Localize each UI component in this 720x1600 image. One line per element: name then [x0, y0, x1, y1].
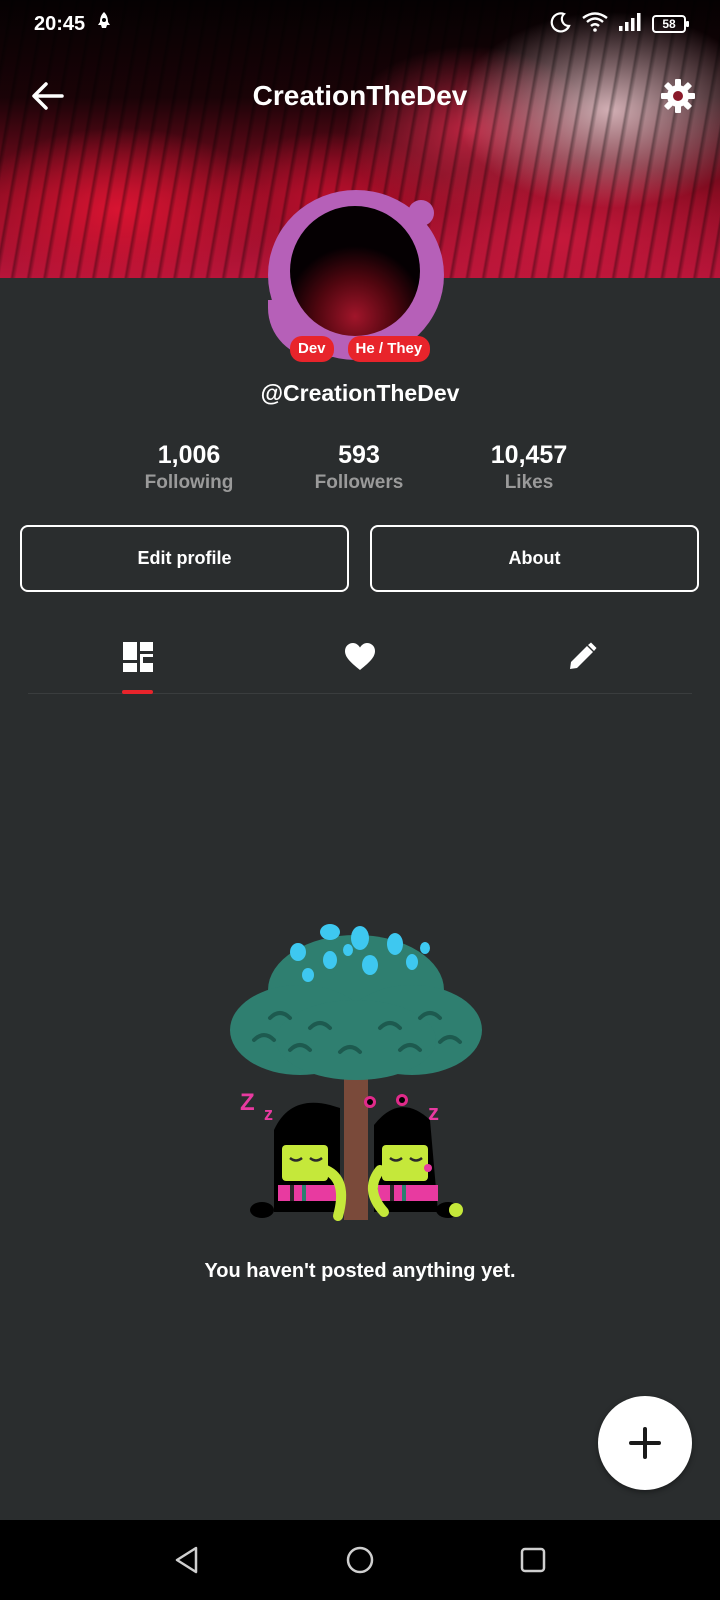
tab-posts[interactable] [98, 620, 178, 694]
gear-icon [661, 79, 695, 113]
back-button[interactable] [28, 78, 68, 114]
arrow-left-icon [32, 82, 64, 110]
notification-icon [97, 11, 111, 38]
triangle-back-icon [175, 1546, 197, 1574]
pencil-icon [570, 642, 597, 669]
svg-text:z: z [264, 1104, 273, 1124]
stat-label: Following [144, 472, 234, 493]
nav-recents-button[interactable] [503, 1530, 563, 1590]
circle-home-icon [346, 1546, 374, 1574]
profile-stats: 1,006 Following 593 Followers 10,457 Lik… [0, 440, 720, 500]
signal-icon [618, 12, 642, 37]
stat-followers[interactable]: 593 Followers [274, 440, 444, 494]
empty-state-illustration: Z z z [230, 920, 490, 1240]
settings-button[interactable] [658, 76, 698, 116]
stat-label: Followers [314, 472, 404, 493]
heart-icon [345, 643, 375, 670]
status-time: 20:45 [34, 12, 86, 35]
grid-icon [123, 642, 153, 672]
profile-badges: Dev He / They [290, 336, 431, 362]
about-button[interactable]: About [370, 525, 699, 592]
avatar-image [290, 206, 420, 336]
profile-username: @CreationTheDev [260, 380, 460, 406]
square-recents-icon [521, 1547, 546, 1573]
page-title: CreationTheDev [252, 80, 468, 111]
nav-back-button[interactable] [157, 1530, 217, 1590]
tab-liked[interactable] [320, 620, 400, 694]
profile-screen: 20:45 58 CreationTheDev Dev He / They @C… [0, 0, 720, 1600]
stat-value: 1,006 [157, 441, 221, 469]
svg-text:Z: Z [240, 1089, 255, 1116]
role-badge: Dev [290, 336, 334, 362]
edit-profile-button[interactable]: Edit profile [20, 525, 349, 592]
stat-value: 10,457 [490, 441, 568, 469]
create-post-button[interactable] [598, 1396, 692, 1490]
stat-likes: 10,457 Likes [444, 440, 614, 494]
system-navigation-bar [0, 1520, 720, 1600]
profile-tabs [28, 620, 692, 694]
tab-drafts[interactable] [542, 620, 622, 694]
stat-following[interactable]: 1,006 Following [104, 440, 274, 494]
active-tab-indicator [122, 690, 153, 694]
stat-value: 593 [338, 441, 380, 469]
battery-indicator: 58 [652, 15, 689, 33]
stat-label: Likes [504, 472, 554, 493]
empty-state-message: You haven't posted anything yet. [204, 1260, 516, 1282]
do-not-disturb-icon [550, 11, 572, 38]
top-app-bar: CreationTheDev [0, 64, 720, 128]
status-bar: 20:45 58 [0, 0, 720, 48]
wifi-icon [582, 11, 608, 37]
plus-icon [629, 1427, 661, 1459]
nav-home-button[interactable] [330, 1530, 390, 1590]
pronouns-badge: He / They [347, 336, 431, 362]
